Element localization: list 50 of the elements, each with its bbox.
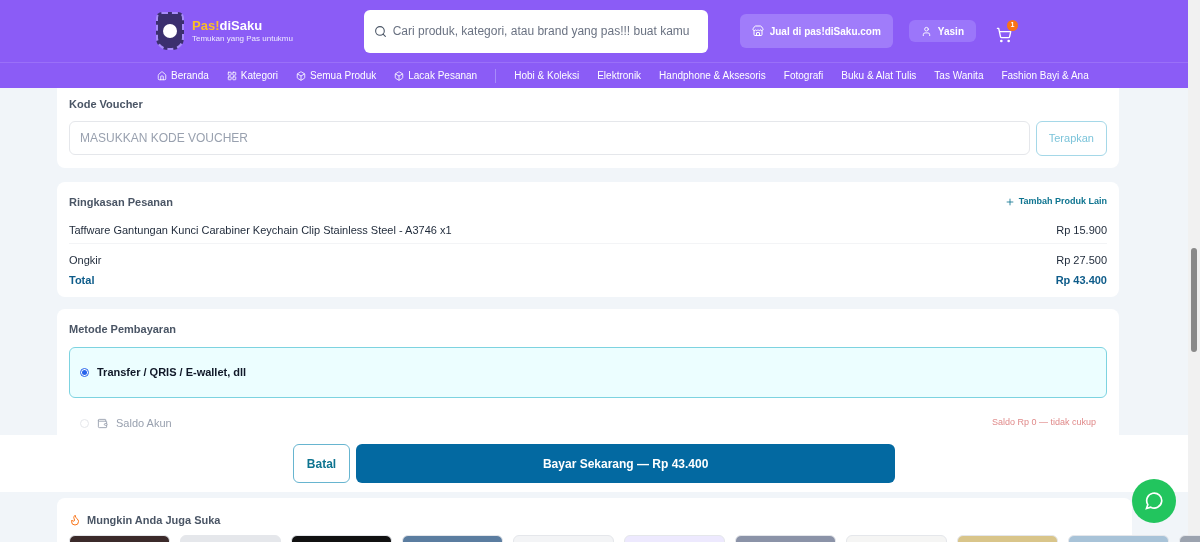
search-icon [373, 24, 387, 38]
add-product-link[interactable]: Tambah Produk Lain [1004, 195, 1107, 209]
cube-icon [394, 70, 405, 81]
category-link[interactable]: Fashion Bayi & Ana [1001, 68, 1089, 83]
logo-tagline: Temukan yang Pas untukmu [192, 34, 293, 45]
user-button[interactable]: Yasin [908, 20, 976, 42]
option-label: Saldo Akun [116, 415, 173, 431]
nav-link[interactable]: Semua Produk [296, 68, 377, 83]
search-field[interactable]: Cari produk, kategori, atau brand yang pas!!! buat kamu [363, 9, 708, 53]
voucher-input[interactable]: MASUKKAN KODE VOUCHER [69, 120, 1030, 155]
category-link[interactable]: Tas Wanita [934, 68, 984, 83]
sell-button[interactable]: Jual di pas!diSaku.com [739, 14, 893, 48]
wallet-icon [97, 417, 108, 429]
nav-link[interactable]: Lacak Pesanan [394, 68, 478, 83]
scrollbar[interactable] [1191, 248, 1197, 352]
nav-link[interactable]: Beranda [157, 68, 209, 83]
chat-button[interactable] [1132, 479, 1176, 523]
nav-link[interactable]: Kategori [226, 68, 279, 83]
cube-icon [296, 70, 307, 81]
category-link[interactable]: Hobi & Koleksi [514, 68, 580, 83]
summary-title: Ringkasan Pesanan [69, 194, 173, 210]
pocket-logo-icon[interactable] [156, 12, 184, 50]
category-link[interactable]: Fotografi [783, 68, 824, 83]
chat-bubble-icon [1144, 491, 1164, 511]
cart-icon [996, 26, 1012, 43]
logo-wordmark[interactable]: Pas!diSaku [192, 17, 293, 35]
total-label: Total [69, 273, 95, 288]
store-icon [751, 25, 764, 37]
cancel-button[interactable]: Batal [292, 444, 351, 483]
user-icon [920, 25, 932, 37]
home-icon [157, 70, 167, 81]
balance-note: Saldo Rp 0 — tidak cukup [991, 416, 1096, 430]
item-price: Rp 15.900 [1056, 223, 1107, 238]
category-link[interactable]: Handphone & Aksesoris [659, 68, 766, 83]
shipping-price: Rp 27.500 [1056, 252, 1107, 268]
shipping-label: Ongkir [69, 252, 102, 268]
payment-title: Metode Pembayaran [69, 321, 177, 337]
category-link[interactable]: Buku & Alat Tulis [841, 68, 917, 83]
payment-option[interactable]: Transfer / QRIS / E-wallet, dll [69, 347, 1107, 398]
option-label: Transfer / QRIS / E-wallet, dll [97, 365, 248, 381]
grid-icon [226, 70, 237, 81]
plus-icon [1004, 196, 1015, 207]
recommendation-title: Mungkin Anda Juga Suka [87, 513, 221, 528]
pay-button[interactable]: Bayar Sekarang — Rp 43.400 [356, 444, 896, 483]
total-price: Rp 43.400 [1055, 273, 1107, 288]
item-name: Taffware Gantungan Kunci Carabiner Keychain Clip Stainless Steel - A3746 x1 [69, 223, 452, 238]
category-link[interactable]: Elektronik [597, 68, 642, 83]
flame-icon [69, 514, 81, 527]
voucher-label: Kode Voucher [69, 97, 144, 112]
radio-button[interactable] [80, 368, 89, 377]
